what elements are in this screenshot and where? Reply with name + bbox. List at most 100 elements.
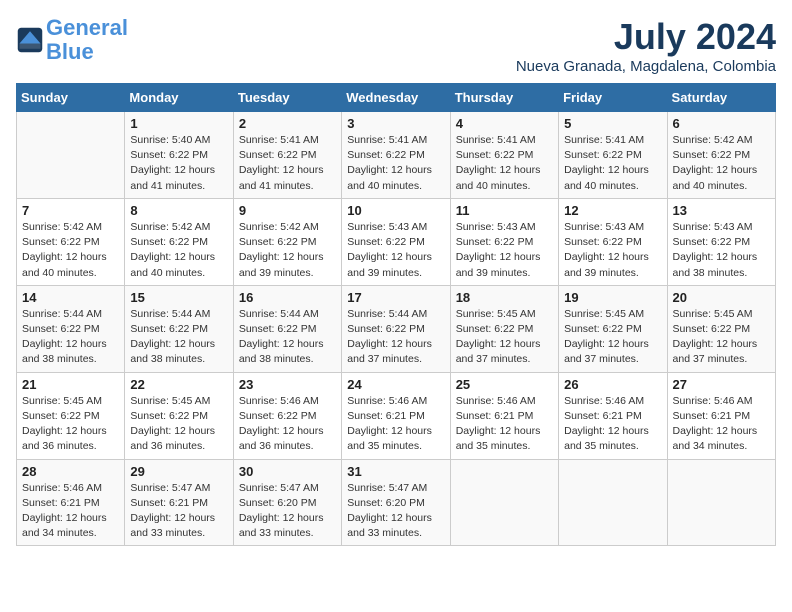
day-number: 15: [130, 290, 227, 305]
day-number: 1: [130, 116, 227, 131]
day-number: 24: [347, 377, 444, 392]
month-title: July 2024: [516, 16, 776, 58]
page-header: GeneralBlue July 2024 Nueva Granada, Mag…: [16, 16, 776, 75]
calendar-table: SundayMondayTuesdayWednesdayThursdayFrid…: [16, 83, 776, 546]
calendar-cell: 25Sunrise: 5:46 AM Sunset: 6:21 PM Dayli…: [450, 372, 558, 459]
day-info: Sunrise: 5:46 AM Sunset: 6:21 PM Dayligh…: [347, 394, 444, 455]
calendar-cell: 6 Sunrise: 5:42 AM Sunset: 6:22 PM Daylig…: [667, 112, 775, 199]
day-info: Sunrise: 5:46 AM Sunset: 6:21 PM Dayligh…: [22, 481, 119, 542]
day-number: 18: [456, 290, 553, 305]
calendar-week-row: 1 Sunrise: 5:40 AM Sunset: 6:22 PM Daylig…: [17, 112, 776, 199]
day-number: 14: [22, 290, 119, 305]
day-number: 20: [673, 290, 770, 305]
day-number: 13: [673, 203, 770, 218]
weekday-header: Tuesday: [233, 84, 341, 112]
calendar-cell: 8 Sunrise: 5:42 AM Sunset: 6:22 PM Daylig…: [125, 198, 233, 285]
day-number: 21: [22, 377, 119, 392]
day-info: Sunrise: 5:40 AM Sunset: 6:22 PM Dayligh…: [130, 133, 227, 194]
calendar-cell: 17 Sunrise: 5:44 AM Sunset: 6:22 PM Dayli…: [342, 285, 450, 372]
day-info: Sunrise: 5:45 AM Sunset: 6:22 PM Dayligh…: [673, 307, 770, 368]
day-info: Sunrise: 5:44 AM Sunset: 6:22 PM Dayligh…: [347, 307, 444, 368]
calendar-cell: 16Sunrise: 5:44 AM Sunset: 6:22 PM Dayli…: [233, 285, 341, 372]
weekday-header: Monday: [125, 84, 233, 112]
calendar-cell: 1 Sunrise: 5:40 AM Sunset: 6:22 PM Daylig…: [125, 112, 233, 199]
day-number: 28: [22, 464, 119, 479]
calendar-cell: 26 Sunrise: 5:46 AM Sunset: 6:21 PM Dayli…: [559, 372, 667, 459]
day-info: Sunrise: 5:43 AM Sunset: 6:22 PM Dayligh…: [347, 220, 444, 281]
day-number: 17: [347, 290, 444, 305]
day-info: Sunrise: 5:43 AM Sunset: 6:22 PM Dayligh…: [673, 220, 770, 281]
calendar-cell: 13 Sunrise: 5:43 AM Sunset: 6:22 PM Dayli…: [667, 198, 775, 285]
calendar-week-row: 21 Sunrise: 5:45 AM Sunset: 6:22 PM Dayli…: [17, 372, 776, 459]
day-number: 5: [564, 116, 661, 131]
calendar-cell: 5 Sunrise: 5:41 AM Sunset: 6:22 PM Daylig…: [559, 112, 667, 199]
day-info: Sunrise: 5:42 AM Sunset: 6:22 PM Dayligh…: [673, 133, 770, 194]
day-info: Sunrise: 5:44 AM Sunset: 6:22 PM Dayligh…: [130, 307, 227, 368]
day-number: 12: [564, 203, 661, 218]
logo-text: GeneralBlue: [46, 16, 128, 64]
day-number: 31: [347, 464, 444, 479]
day-info: Sunrise: 5:45 AM Sunset: 6:22 PM Dayligh…: [564, 307, 661, 368]
location: Nueva Granada, Magdalena, Colombia: [516, 58, 776, 75]
calendar-cell: 24 Sunrise: 5:46 AM Sunset: 6:21 PM Dayli…: [342, 372, 450, 459]
day-info: Sunrise: 5:43 AM Sunset: 6:22 PM Dayligh…: [456, 220, 553, 281]
day-info: Sunrise: 5:43 AM Sunset: 6:22 PM Dayligh…: [564, 220, 661, 281]
calendar-cell: 21Sunrise: 5:45 AM Sunset: 6:22 PM Dayli…: [17, 372, 125, 459]
day-info: Sunrise: 5:45 AM Sunset: 6:22 PM Dayligh…: [130, 394, 227, 455]
day-info: Sunrise: 5:41 AM Sunset: 6:22 PM Dayligh…: [239, 133, 336, 194]
weekday-row: SundayMondayTuesdayWednesdayThursdayFrid…: [17, 84, 776, 112]
day-number: 7: [22, 203, 119, 218]
day-info: Sunrise: 5:42 AM Sunset: 6:22 PM Dayligh…: [130, 220, 227, 281]
day-number: 8: [130, 203, 227, 218]
calendar-cell: 15 Sunrise: 5:44 AM Sunset: 6:22 PM Dayli…: [125, 285, 233, 372]
calendar-week-row: 14 Sunrise: 5:44 AM Sunset: 6:22 PM Dayli…: [17, 285, 776, 372]
calendar-cell: [17, 112, 125, 199]
day-info: Sunrise: 5:47 AM Sunset: 6:20 PM Dayligh…: [239, 481, 336, 542]
day-info: Sunrise: 5:46 AM Sunset: 6:22 PM Dayligh…: [239, 394, 336, 455]
day-info: Sunrise: 5:46 AM Sunset: 6:21 PM Dayligh…: [564, 394, 661, 455]
calendar-cell: 22Sunrise: 5:45 AM Sunset: 6:22 PM Dayli…: [125, 372, 233, 459]
calendar-cell: 12 Sunrise: 5:43 AM Sunset: 6:22 PM Dayli…: [559, 198, 667, 285]
calendar-cell: 29Sunrise: 5:47 AM Sunset: 6:21 PM Dayli…: [125, 459, 233, 546]
calendar-cell: 3 Sunrise: 5:41 AM Sunset: 6:22 PM Daylig…: [342, 112, 450, 199]
logo-icon: [16, 26, 44, 54]
day-number: 30: [239, 464, 336, 479]
calendar-cell: 20 Sunrise: 5:45 AM Sunset: 6:22 PM Dayli…: [667, 285, 775, 372]
weekday-header: Friday: [559, 84, 667, 112]
calendar-cell: 11Sunrise: 5:43 AM Sunset: 6:22 PM Dayli…: [450, 198, 558, 285]
day-number: 9: [239, 203, 336, 218]
weekday-header: Sunday: [17, 84, 125, 112]
day-number: 3: [347, 116, 444, 131]
calendar-cell: [559, 459, 667, 546]
calendar-cell: 7Sunrise: 5:42 AM Sunset: 6:22 PM Daylig…: [17, 198, 125, 285]
calendar-cell: [450, 459, 558, 546]
day-number: 6: [673, 116, 770, 131]
day-number: 16: [239, 290, 336, 305]
day-info: Sunrise: 5:41 AM Sunset: 6:22 PM Dayligh…: [347, 133, 444, 194]
calendar-cell: 28 Sunrise: 5:46 AM Sunset: 6:21 PM Dayli…: [17, 459, 125, 546]
calendar-cell: 4Sunrise: 5:41 AM Sunset: 6:22 PM Daylig…: [450, 112, 558, 199]
calendar-cell: [667, 459, 775, 546]
weekday-header: Wednesday: [342, 84, 450, 112]
day-number: 26: [564, 377, 661, 392]
calendar-week-row: 28 Sunrise: 5:46 AM Sunset: 6:21 PM Dayli…: [17, 459, 776, 546]
day-number: 10: [347, 203, 444, 218]
day-info: Sunrise: 5:44 AM Sunset: 6:22 PM Dayligh…: [22, 307, 119, 368]
logo: GeneralBlue: [16, 16, 128, 64]
day-number: 19: [564, 290, 661, 305]
calendar-header: SundayMondayTuesdayWednesdayThursdayFrid…: [17, 84, 776, 112]
calendar-week-row: 7 Sunrise: 5:42 AM Sunset: 6:22 PM Daylig…: [17, 198, 776, 285]
calendar-cell: 10 Sunrise: 5:43 AM Sunset: 6:22 PM Dayli…: [342, 198, 450, 285]
calendar-body: 1 Sunrise: 5:40 AM Sunset: 6:22 PM Daylig…: [17, 112, 776, 546]
day-info: Sunrise: 5:41 AM Sunset: 6:22 PM Dayligh…: [456, 133, 553, 194]
calendar-cell: 18 Sunrise: 5:45 AM Sunset: 6:22 PM Dayli…: [450, 285, 558, 372]
day-number: 23: [239, 377, 336, 392]
day-number: 29: [130, 464, 227, 479]
day-info: Sunrise: 5:45 AM Sunset: 6:22 PM Dayligh…: [456, 307, 553, 368]
calendar-cell: 14 Sunrise: 5:44 AM Sunset: 6:22 PM Dayli…: [17, 285, 125, 372]
calendar-cell: 9 Sunrise: 5:42 AM Sunset: 6:22 PM Daylig…: [233, 198, 341, 285]
day-info: Sunrise: 5:42 AM Sunset: 6:22 PM Dayligh…: [239, 220, 336, 281]
day-info: Sunrise: 5:41 AM Sunset: 6:22 PM Dayligh…: [564, 133, 661, 194]
day-number: 2: [239, 116, 336, 131]
weekday-header: Thursday: [450, 84, 558, 112]
